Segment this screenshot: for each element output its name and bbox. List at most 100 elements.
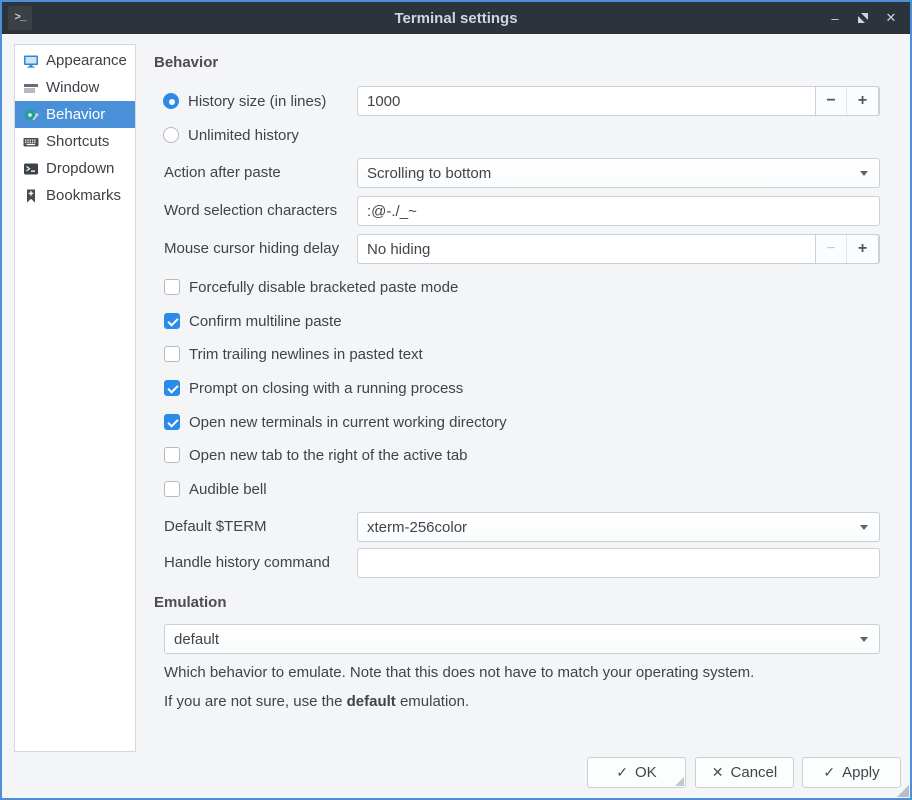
close-icon[interactable]: ✕ (880, 7, 902, 29)
emulation-section-heading: Emulation (154, 594, 227, 611)
default-term-value: xterm-256color (367, 519, 467, 536)
action-after-paste-value: Scrolling to bottom (367, 165, 491, 182)
chevron-down-icon (860, 525, 868, 530)
restore-icon[interactable] (852, 7, 874, 29)
sidebar-item-dropdown[interactable]: Dropdown (15, 155, 135, 182)
behavior-section-heading: Behavior (154, 54, 218, 71)
window-title: Terminal settings (2, 10, 910, 27)
behavior-gear-icon (23, 107, 39, 123)
appearance-icon (23, 53, 39, 69)
cancel-button-label: Cancel (731, 764, 778, 781)
checkbox-label: Open new tab to the right of the active … (189, 447, 468, 464)
sidebar-item-label: Appearance (46, 52, 127, 69)
history-size-radio[interactable] (163, 93, 179, 109)
terminal-app-icon: >_ (8, 6, 32, 30)
history-size-spin-buttons: − + (815, 86, 879, 116)
handle-history-input[interactable] (357, 548, 880, 578)
word-selection-value: :@-./_~ (367, 203, 417, 220)
unlimited-history-radio-row[interactable]: Unlimited history (163, 125, 299, 145)
sidebar-item-label: Behavior (46, 106, 105, 123)
checkbox-row-open-in-cwd[interactable]: Open new terminals in current working di… (164, 412, 507, 432)
settings-category-list: Appearance Window (14, 44, 136, 752)
mouse-cursor-delay-decrement-button[interactable]: − (816, 235, 847, 263)
checkbox-label: Audible bell (189, 481, 267, 498)
cancel-button[interactable]: ✕ Cancel (695, 757, 794, 788)
confirm-multiline-checkbox[interactable] (164, 313, 180, 329)
action-after-paste-dropdown[interactable]: Scrolling to bottom (357, 158, 880, 188)
sidebar-item-appearance[interactable]: Appearance (15, 47, 135, 74)
check-icon: ✓ (823, 764, 835, 781)
checkbox-label: Forcefully disable bracketed paste mode (189, 279, 458, 296)
handle-history-label: Handle history command (164, 548, 330, 578)
terminal-icon (23, 161, 39, 177)
sidebar-item-bookmarks[interactable]: Bookmarks (15, 182, 135, 209)
history-size-increment-button[interactable]: + (847, 87, 878, 115)
keyboard-icon (23, 134, 39, 150)
emulation-value: default (174, 631, 219, 648)
checkbox-row-open-tab-right[interactable]: Open new tab to the right of the active … (164, 445, 468, 465)
checkbox-label: Open new terminals in current working di… (189, 414, 507, 431)
unlimited-history-label: Unlimited history (188, 127, 299, 144)
prompt-on-closing-checkbox[interactable] (164, 380, 180, 396)
mouse-cursor-delay-spin-buttons: − + (815, 234, 879, 264)
mouse-cursor-delay-label: Mouse cursor hiding delay (164, 234, 339, 264)
history-size-decrement-button[interactable]: − (816, 87, 847, 115)
titlebar-buttons: – ✕ (824, 2, 902, 34)
history-size-radio-row[interactable]: History size (in lines) (163, 91, 326, 111)
open-tab-right-checkbox[interactable] (164, 447, 180, 463)
hint-prefix: If you are not sure, use the (164, 693, 347, 710)
mouse-cursor-delay-increment-button[interactable]: + (847, 235, 878, 263)
open-in-cwd-checkbox[interactable] (164, 414, 180, 430)
ok-button-label: OK (635, 764, 657, 781)
sidebar-item-behavior[interactable]: Behavior (15, 101, 135, 128)
checkbox-row-audible-bell[interactable]: Audible bell (164, 479, 267, 499)
mouse-cursor-delay-spinbox[interactable]: No hiding − + (357, 234, 880, 264)
history-size-label: History size (in lines) (188, 93, 326, 110)
default-term-label: Default $TERM (164, 512, 267, 542)
window-icon (23, 80, 39, 96)
checkbox-label: Confirm multiline paste (189, 313, 342, 330)
ok-button[interactable]: ✓ OK (587, 757, 686, 788)
checkbox-row-prompt-on-closing[interactable]: Prompt on closing with a running process (164, 378, 463, 398)
check-icon: ✓ (616, 764, 628, 781)
sidebar-item-label: Shortcuts (46, 133, 109, 150)
bookmark-icon (23, 188, 39, 204)
sidebar-item-shortcuts[interactable]: Shortcuts (15, 128, 135, 155)
trim-newlines-checkbox[interactable] (164, 346, 180, 362)
minimize-icon[interactable]: – (824, 7, 846, 29)
audible-bell-checkbox[interactable] (164, 481, 180, 497)
chevron-down-icon (860, 171, 868, 176)
word-selection-label: Word selection characters (164, 196, 337, 226)
checkbox-label: Prompt on closing with a running process (189, 380, 463, 397)
sidebar-item-window[interactable]: Window (15, 74, 135, 101)
emulation-dropdown[interactable]: default (164, 624, 880, 654)
checkbox-row-bracketed-paste[interactable]: Forcefully disable bracketed paste mode (164, 277, 458, 297)
history-size-spinbox[interactable]: 1000 − + (357, 86, 880, 116)
word-selection-input[interactable]: :@-./_~ (357, 196, 880, 226)
terminal-settings-window: >_ Terminal settings – ✕ Appearance Wind… (0, 0, 912, 800)
mouse-cursor-delay-value: No hiding (367, 241, 430, 258)
action-after-paste-label: Action after paste (164, 158, 281, 188)
hint-bold: default (347, 693, 396, 710)
default-term-dropdown[interactable]: xterm-256color (357, 512, 880, 542)
titlebar: >_ Terminal settings – ✕ (2, 2, 910, 34)
hint-suffix: emulation. (396, 693, 469, 710)
sidebar-item-label: Bookmarks (46, 187, 121, 204)
prompt-glyph: > (14, 12, 20, 24)
apply-button[interactable]: ✓ Apply (802, 757, 901, 788)
window-resize-grip[interactable] (897, 785, 909, 797)
sidebar-item-label: Dropdown (46, 160, 114, 177)
history-size-value: 1000 (367, 93, 400, 110)
unlimited-history-radio[interactable] (163, 127, 179, 143)
emulation-hint: If you are not sure, use the default emu… (164, 693, 469, 710)
ok-button-grip (675, 777, 684, 786)
checkbox-row-trim-newlines[interactable]: Trim trailing newlines in pasted text (164, 344, 423, 364)
apply-button-label: Apply (842, 764, 880, 781)
bracketed-paste-checkbox[interactable] (164, 279, 180, 295)
sidebar-item-label: Window (46, 79, 99, 96)
checkbox-label: Trim trailing newlines in pasted text (189, 346, 423, 363)
emulation-description: Which behavior to emulate. Note that thi… (164, 664, 754, 681)
close-icon: ✕ (712, 764, 724, 781)
chevron-down-icon (860, 637, 868, 642)
checkbox-row-confirm-multiline[interactable]: Confirm multiline paste (164, 311, 342, 331)
